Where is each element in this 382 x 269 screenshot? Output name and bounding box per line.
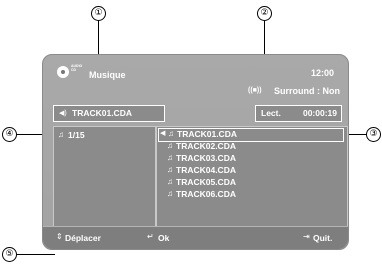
music-note-icon: ♫ — [168, 129, 174, 138]
music-note-icon: ♫ — [167, 153, 173, 162]
callout-5: ⑤ — [2, 247, 17, 262]
callout-2: ② — [257, 6, 272, 21]
track-row[interactable]: ♫ TRACK02.CDA — [159, 141, 339, 153]
callout-4: ④ — [2, 127, 17, 142]
track-row[interactable]: ♫ TRACK05.CDA — [159, 177, 339, 189]
play-indicator-icon: ◀ — [160, 130, 166, 137]
track-name: TRACK06.CDA — [176, 189, 236, 199]
track-name: TRACK05.CDA — [176, 177, 236, 187]
enter-icon: ↵ — [147, 232, 154, 241]
music-screen: AUDIO CD Musique 12:00 ((■)) Surround : … — [42, 54, 349, 250]
track-row[interactable]: ♫ TRACK04.CDA — [159, 165, 339, 177]
music-note-icon: ♫ — [167, 189, 173, 198]
track-name: TRACK01.CDA — [177, 129, 237, 139]
speaker-icon: ◀) — [59, 110, 67, 117]
now-playing-track: TRACK01.CDA — [72, 108, 132, 118]
elapsed-time: 00:00:19 — [302, 108, 337, 118]
now-playing-box: ◀) TRACK01.CDA — [53, 105, 165, 122]
music-note-icon: ♫ — [58, 130, 64, 139]
audio-cd-badge — [57, 66, 69, 78]
track-counter: 1/15 — [68, 130, 85, 140]
folder-panel[interactable]: ♫ 1/15 — [53, 126, 156, 232]
callout-3: ③ — [366, 127, 381, 142]
callout-1: ① — [91, 6, 106, 21]
track-row[interactable]: ♫ TRACK03.CDA — [159, 153, 339, 165]
track-name: TRACK04.CDA — [176, 165, 236, 175]
ok-hint: Ok — [158, 233, 170, 243]
playback-status-box: Lect. 00:00:19 — [255, 105, 342, 122]
music-note-icon: ♫ — [167, 141, 173, 150]
surround-icon: ((■)) — [248, 87, 262, 94]
exit-icon: ⇥ — [303, 232, 310, 241]
track-name: TRACK02.CDA — [176, 141, 236, 151]
track-row-selected[interactable]: ◀ ♫ TRACK01.CDA — [158, 128, 344, 142]
menu-title: Musique — [89, 70, 126, 80]
music-note-icon: ♫ — [167, 165, 173, 174]
track-row[interactable]: ♫ TRACK06.CDA — [159, 189, 339, 201]
footer-bar: ⇕ Déplacer ↵ Ok ⇥ Quit. — [43, 226, 348, 249]
playback-mode: Lect. — [261, 108, 281, 118]
callout-5-leader — [17, 254, 55, 255]
quit-hint: Quit. — [313, 233, 333, 243]
music-note-icon: ♫ — [167, 177, 173, 186]
track-list[interactable]: ◀ ♫ TRACK01.CDA ♫ TRACK02.CDA ♫ TRACK03.… — [156, 126, 348, 232]
disc-badge-label: AUDIO CD — [71, 64, 83, 72]
move-hint: Déplacer — [65, 233, 101, 243]
up-down-arrows-icon: ⇕ — [56, 232, 63, 241]
track-name: TRACK03.CDA — [176, 153, 236, 163]
clock: 12:00 — [310, 68, 334, 78]
surround-status: Surround : Non — [274, 86, 340, 96]
